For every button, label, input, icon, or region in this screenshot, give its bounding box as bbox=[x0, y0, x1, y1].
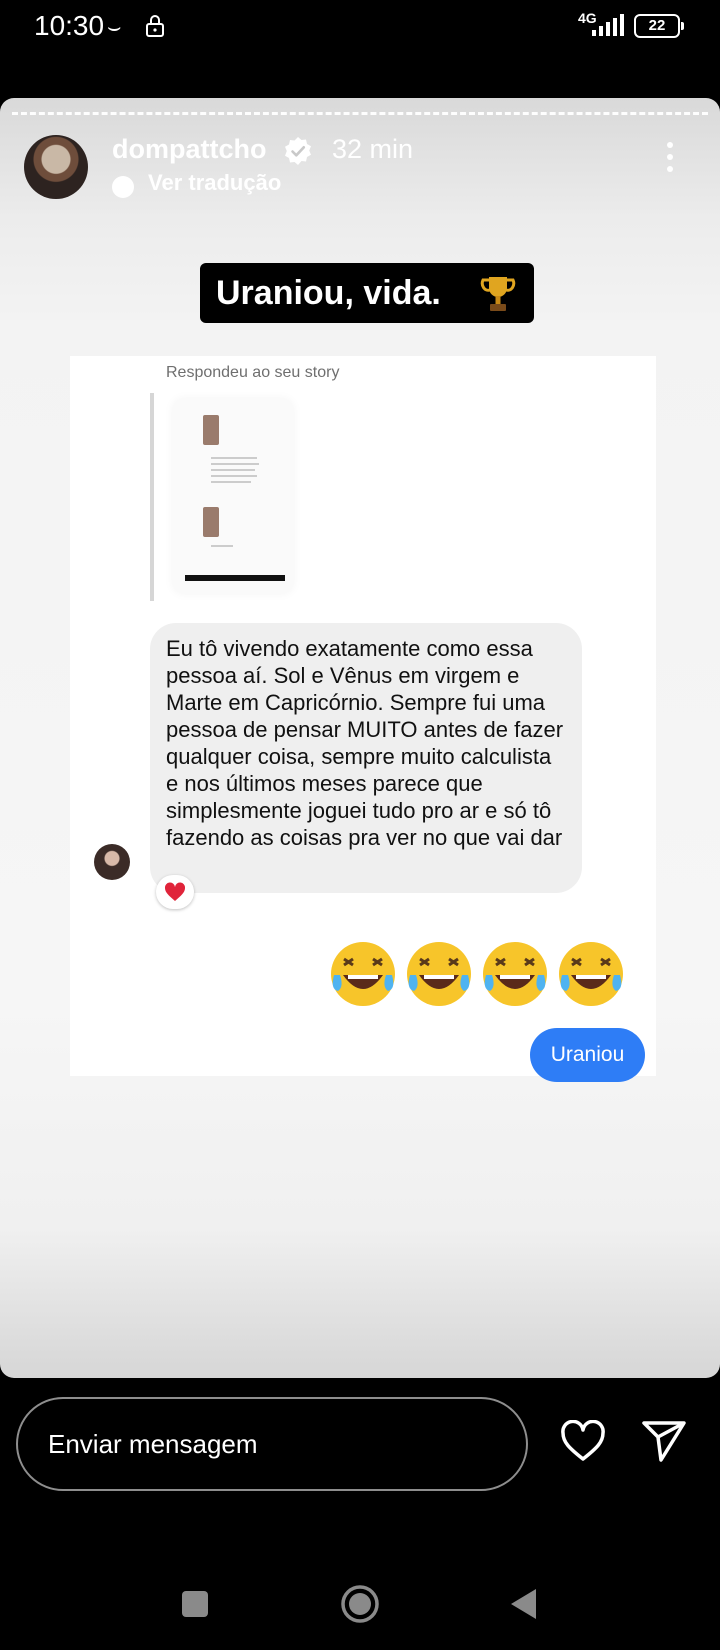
see-translation-link[interactable]: Ver tradução bbox=[148, 170, 281, 196]
laughing-emoji-icon bbox=[559, 942, 623, 1006]
battery-icon: 22 bbox=[634, 14, 684, 38]
translate-icon bbox=[112, 176, 134, 198]
back-button[interactable] bbox=[508, 1587, 538, 1621]
reply-label: Respondeu ao seu story bbox=[166, 364, 340, 381]
story-viewer[interactable]: dompattcho 32 min Ver tradução Uraniou, … bbox=[0, 98, 720, 1378]
status-bar: 10:30 ⌣ 4G 22 bbox=[0, 0, 720, 60]
received-message: Eu tô vivendo exatamente como essa pesso… bbox=[150, 623, 582, 893]
amazon-icon: ⌣ bbox=[107, 14, 122, 39]
home-button[interactable] bbox=[340, 1584, 380, 1624]
story-username[interactable]: dompattcho bbox=[112, 134, 267, 165]
sticker-text: Uraniou, vida. bbox=[216, 274, 441, 312]
send-icon[interactable] bbox=[641, 1419, 687, 1463]
clock: 10:30 bbox=[34, 10, 105, 41]
heart-icon[interactable] bbox=[560, 1420, 606, 1462]
story-progress-bar bbox=[12, 112, 708, 115]
dm-screenshot: Respondeu ao seu story Eu tô vivendo exa… bbox=[70, 356, 656, 1082]
trophy-icon bbox=[480, 277, 516, 311]
recent-apps-button[interactable] bbox=[182, 1591, 208, 1617]
heart-reaction-icon bbox=[156, 875, 194, 909]
reply-quote-bar bbox=[150, 393, 154, 601]
laughing-emoji-icon bbox=[407, 942, 471, 1006]
text-sticker: Uraniou, vida. bbox=[200, 263, 534, 323]
avatar[interactable] bbox=[24, 135, 88, 199]
laughing-emoji-icon bbox=[483, 942, 547, 1006]
sender-avatar bbox=[94, 844, 130, 880]
signal-icon bbox=[592, 14, 624, 36]
more-options-icon[interactable] bbox=[664, 142, 676, 182]
emoji-reply bbox=[328, 939, 626, 1007]
sent-message: Uraniou bbox=[530, 1028, 645, 1082]
message-input[interactable]: Enviar mensagem bbox=[16, 1397, 528, 1491]
message-input-placeholder: Enviar mensagem bbox=[48, 1429, 258, 1459]
verified-badge-icon bbox=[285, 137, 311, 165]
story-time: 32 min bbox=[332, 134, 414, 164]
laughing-emoji-icon bbox=[331, 942, 395, 1006]
story-thumbnail[interactable] bbox=[173, 399, 293, 593]
lock-icon bbox=[146, 15, 164, 37]
